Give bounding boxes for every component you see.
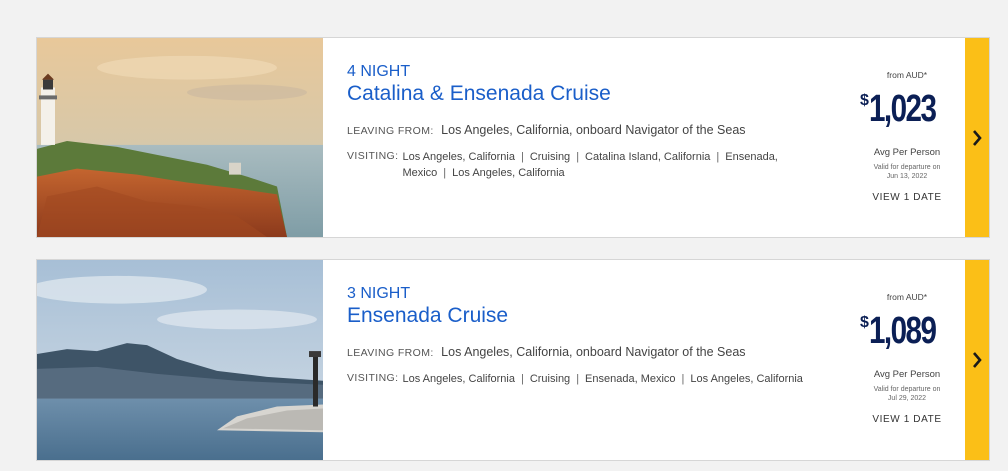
cruise-title[interactable]: Catalina & Ensenada Cruise xyxy=(347,82,611,106)
port-separator: | xyxy=(681,373,685,385)
cruise-card[interactable]: 3 NIGHT Ensenada Cruise LEAVING FROM: Lo… xyxy=(36,259,990,461)
chevron-right-icon xyxy=(972,352,982,368)
from-currency-label: from AUD* xyxy=(886,70,928,80)
port-item: Cruising xyxy=(529,151,571,163)
port-item: Los Angeles, California xyxy=(690,373,803,385)
lighthouse-cliff-photo[interactable] xyxy=(37,38,323,237)
view-dates-link[interactable]: VIEW 1 DATE xyxy=(847,192,967,203)
valid-departure-label: Valid for departure on xyxy=(873,386,941,393)
valid-departure-date: Jul 29, 2022 xyxy=(887,395,927,402)
valid-departure: Valid for departure on Jun 13, 2022 xyxy=(847,163,967,181)
cruise-nights: 4 NIGHT xyxy=(347,63,411,80)
chevron-right-icon xyxy=(972,129,982,146)
leaving-from-label: LEAVING FROM: xyxy=(347,347,434,359)
port-item: Ensenada, Mexico xyxy=(585,373,676,385)
port-item: Catalina Island, California xyxy=(585,151,711,163)
port-item: Los Angeles, California xyxy=(402,151,515,163)
port-item: Los Angeles, California xyxy=(452,167,565,179)
port-separator: | xyxy=(576,151,580,163)
port-item: Cruising xyxy=(529,373,571,385)
leaving-from-value: Los Angeles, California, onboard Navigat… xyxy=(441,345,746,359)
price-value: 1,089 xyxy=(868,310,937,352)
visiting-label: VISITING: xyxy=(347,372,399,384)
cruise-nights: 3 NIGHT xyxy=(347,285,411,302)
avg-per-person: Avg Per Person xyxy=(873,369,941,380)
port-list: Los Angeles, California | Cruising | Ensenad… xyxy=(402,371,802,387)
view-dates-link[interactable]: VIEW 1 DATE xyxy=(847,414,967,425)
price-amount: $1,023 xyxy=(847,88,967,131)
valid-departure-label: Valid for departure on xyxy=(873,164,941,171)
port-separator: | xyxy=(520,151,524,163)
port-list: Los Angeles, California | Cruising | Catalin… xyxy=(402,149,817,181)
port-separator: | xyxy=(520,373,524,385)
card-arrow-button[interactable] xyxy=(965,260,989,460)
valid-departure-date: Jun 13, 2022 xyxy=(886,173,928,180)
from-currency-label: from AUD* xyxy=(886,292,928,302)
avg-per-person: Avg Per Person xyxy=(873,147,941,158)
cruise-title[interactable]: Ensenada Cruise xyxy=(347,304,508,328)
price-amount: $1,089 xyxy=(847,310,967,353)
port-separator: | xyxy=(576,373,580,385)
currency-symbol: $ xyxy=(860,92,869,109)
price-value: 1,023 xyxy=(868,88,937,130)
leaving-from: LEAVING FROM: Los Angeles, California, o… xyxy=(347,123,746,137)
port-separator: | xyxy=(443,167,447,179)
valid-departure: Valid for departure on Jul 29, 2022 xyxy=(847,385,967,403)
port-item: Los Angeles, California xyxy=(402,373,515,385)
currency-symbol: $ xyxy=(860,314,869,331)
leaving-from-value: Los Angeles, California, onboard Navigat… xyxy=(441,123,746,137)
visiting: VISITING: Los Angeles, California | Cruisi… xyxy=(347,149,817,181)
harbor-jetty-photo[interactable] xyxy=(37,260,323,460)
visiting: VISITING: Los Angeles, California | Cruisi… xyxy=(347,371,817,387)
leaving-from: LEAVING FROM: Los Angeles, California, o… xyxy=(347,345,746,359)
port-separator: | xyxy=(716,151,720,163)
visiting-label: VISITING: xyxy=(347,150,399,162)
card-arrow-button[interactable] xyxy=(965,38,989,237)
cruise-card[interactable]: 4 NIGHT Catalina & Ensenada Cruise LEAVI… xyxy=(36,37,990,238)
leaving-from-label: LEAVING FROM: xyxy=(347,125,434,137)
